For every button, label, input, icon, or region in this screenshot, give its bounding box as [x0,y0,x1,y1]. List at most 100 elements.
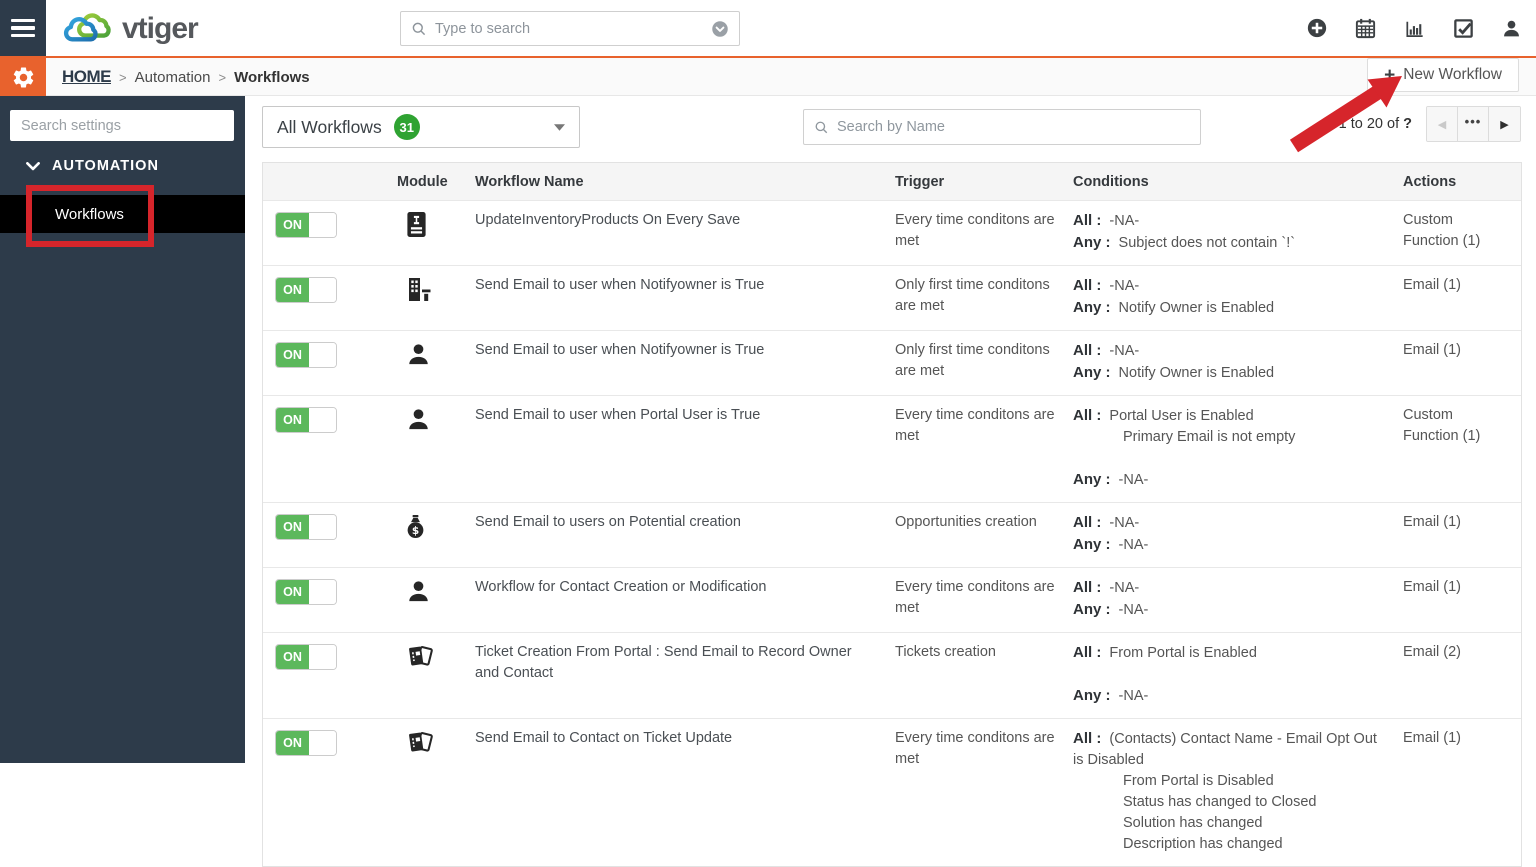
toggle-on-label: ON [276,408,309,433]
condition-line: Any : Notify Owner is Enabled [1073,364,1275,382]
workflow-trigger: Only first time conditons are met [895,277,1050,315]
toggle-knob [309,213,336,237]
toggle-cell: ON [263,340,391,384]
breadcrumb-home-link[interactable]: HOME [62,67,112,87]
workflows-table: Module Workflow Name Trigger Conditions … [262,162,1522,867]
toggle-knob [309,343,336,368]
workflow-actions: Email (1) [1403,730,1462,747]
sidebar-section-automation[interactable]: AUTOMATION [26,158,159,174]
workflow-name[interactable]: Send Email to user when Notifyowner is T… [469,275,889,319]
settings-button[interactable] [0,58,46,96]
conditions-cell: All : -NA- Any : -NA- [1067,512,1397,556]
workflow-actions: Email (2) [1403,644,1462,661]
toggle-cell: ON [263,275,391,319]
contact-icon [405,406,432,433]
toggle-on-label: ON [276,731,309,756]
add-icon[interactable] [1306,17,1328,39]
workflow-toggle[interactable]: ON [275,730,337,757]
workflow-toggle[interactable]: ON [275,407,337,434]
condition-line: Any : Subject does not contain `!` [1073,234,1296,252]
conditions-cell: All : (Contacts) Contact Name - Email Op… [1067,728,1397,855]
pagination-total: ? [1403,116,1412,132]
col-conditions: Conditions [1073,173,1149,190]
pagination-of: of [1387,116,1400,132]
table-body: ON UpdateInventoryProducts On Every Save… [263,200,1521,866]
next-page-button[interactable]: ▶ [1489,107,1520,141]
breadcrumb-item-automation[interactable]: Automation [135,69,211,86]
conditions-cell: All : -NA- Any : Subject does not contain… [1067,210,1397,254]
workflow-trigger: Only first time conditons are met [895,342,1050,380]
workflow-name[interactable]: Ticket Creation From Portal : Send Email… [469,642,889,707]
workflow-actions: Email (1) [1403,277,1462,294]
table-row: ON Workflow for Contact Creation or Modi… [263,567,1521,632]
table-row: ON Send Email to user when Notifyowner i… [263,265,1521,330]
calendar-icon[interactable] [1354,17,1377,40]
workflow-filter-dropdown[interactable]: All Workflows 31 [262,106,580,148]
breadcrumb-separator: > [218,69,227,85]
conditions-cell: All : -NA- Any : Notify Owner is Enabled [1067,275,1397,319]
chevron-circle-icon[interactable] [711,20,729,38]
moneybag-icon: $ [405,513,426,540]
sidebar-item-workflows[interactable]: Workflows [0,195,245,233]
workflow-name[interactable]: UpdateInventoryProducts On Every Save [469,210,889,254]
workflow-toggle[interactable]: ON [275,579,337,606]
workflow-count-badge: 31 [393,114,420,140]
table-row: ON Send Email to user when Notifyowner i… [263,330,1521,395]
ticket-icon [405,729,433,756]
workflow-toggle[interactable]: ON [275,342,337,369]
search-by-name-input[interactable] [837,119,1190,135]
table-header: Module Workflow Name Trigger Conditions … [263,163,1521,200]
workflow-name[interactable]: Send Email to user when Portal User is T… [469,405,889,491]
workflow-actions: Email (1) [1403,342,1462,359]
workflow-trigger: Tickets creation [895,644,996,661]
workflow-toggle[interactable]: ON [275,212,337,238]
organization-icon [405,276,432,303]
condition-line: All : -NA- [1073,342,1140,360]
table-row: ON Send Email to user when Portal User i… [263,395,1521,502]
global-search-input[interactable] [435,20,711,37]
toggle-on-label: ON [276,645,309,670]
tasks-icon[interactable] [1452,17,1475,40]
condition-line: All : -NA- [1073,514,1140,532]
toggle-knob [309,645,336,670]
workflow-name[interactable]: Workflow for Contact Creation or Modific… [469,577,889,621]
condition-line: Status has changed to Closed [1123,794,1317,811]
workflow-name[interactable]: Send Email to Contact on Ticket Update [469,728,889,855]
toggle-on-label: ON [276,580,309,605]
condition-line: All : -NA- [1073,579,1140,597]
condition-line: Any : -NA- [1073,536,1149,554]
breadcrumb-separator: > [119,69,127,85]
condition-line: All : From Portal is Enabled [1073,644,1257,662]
main-menu-button[interactable] [0,0,46,56]
workflow-actions: Email (1) [1403,514,1462,531]
gear-icon [11,65,36,90]
pagination: 1 to 20 of ? ◀ ••• ▶ [1339,106,1521,142]
ticket-icon [405,643,433,670]
condition-line: All : (Contacts) Contact Name - Email Op… [1073,730,1377,769]
toggle-cell: ON [263,405,391,491]
invoice-icon [405,211,428,238]
workflow-name[interactable]: Send Email to users on Potential creatio… [469,512,889,556]
col-name: Workflow Name [475,173,584,190]
plus-icon: + [1384,64,1396,86]
user-icon[interactable] [1501,18,1522,39]
name-search [803,109,1201,145]
table-row: ON Ticket Creation From Portal : Send Em… [263,632,1521,718]
prev-page-button[interactable]: ◀ [1427,107,1458,141]
vtiger-logo[interactable]: vtiger [60,6,199,52]
workflow-name[interactable]: Send Email to user when Notifyowner is T… [469,340,889,384]
condition-line: Description has changed [1123,836,1283,853]
reports-icon[interactable] [1403,17,1426,40]
vtiger-workflows-page: vtiger HOME > Automation > Workflows + N… [0,0,1536,867]
workflow-toggle[interactable]: ON [275,514,337,541]
breadcrumb-item-workflows[interactable]: Workflows [234,69,310,86]
workflow-toggle[interactable]: ON [275,644,337,671]
col-module: Module [397,173,448,190]
vtiger-cloud-icon [60,11,118,47]
new-workflow-button[interactable]: + New Workflow [1367,58,1519,92]
more-pages-button[interactable]: ••• [1458,107,1489,141]
condition-line: All : Portal User is Enabled [1073,407,1254,425]
workflow-toggle[interactable]: ON [275,277,337,304]
condition-line: Any : -NA- [1073,471,1149,489]
settings-search-input[interactable] [10,110,234,141]
